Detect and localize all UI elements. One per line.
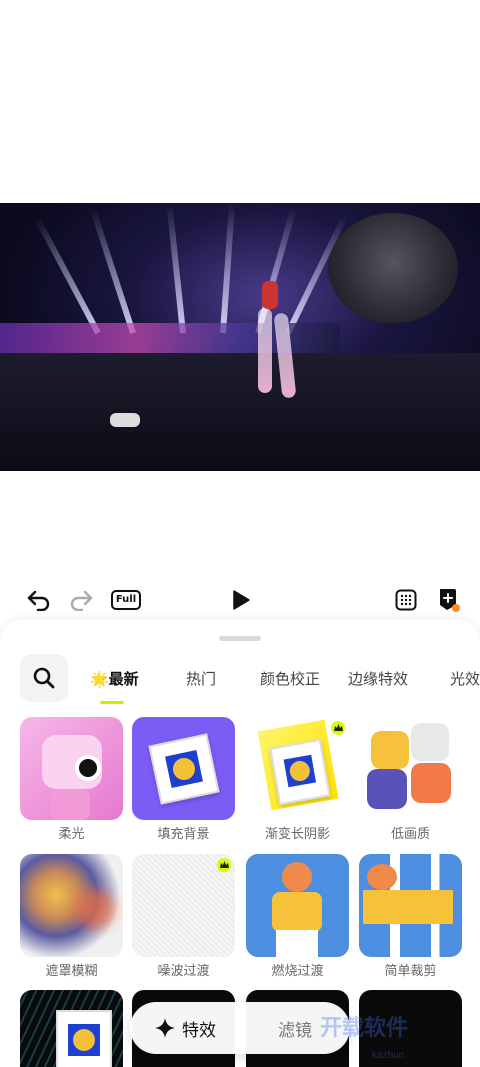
effect-thumbnail <box>20 854 123 957</box>
effect-label: 柔光 <box>58 826 85 841</box>
jet-ski <box>110 413 140 427</box>
effects-mode-label: 特效 <box>182 1020 216 1040</box>
character-head <box>282 862 312 892</box>
effect-thumbnail <box>359 717 462 820</box>
undo-button[interactable] <box>24 583 54 617</box>
effect-card-noise-transition[interactable]: 噪波过渡 <box>132 854 235 979</box>
grid-icon <box>395 589 417 611</box>
cube-orange <box>411 763 451 803</box>
effect-label: 填充背景 <box>157 826 210 841</box>
add-marker-button[interactable] <box>434 583 462 617</box>
robot-body <box>50 789 90 820</box>
tab-edge-effects[interactable]: 边缘特效 <box>348 668 408 689</box>
effects-mode-button[interactable]: 特效 <box>130 1002 240 1054</box>
light-beam <box>89 208 136 334</box>
watermark: 开载软件 <box>320 1015 409 1040</box>
search-button[interactable] <box>20 654 68 702</box>
character-head <box>367 864 397 890</box>
effect-thumbnail <box>132 854 235 957</box>
editor-toolbar: Full <box>0 583 480 619</box>
effect-thumbnail <box>20 717 123 820</box>
effect-label: 低画质 <box>390 826 430 841</box>
light-beam <box>166 203 186 334</box>
character-body <box>272 892 322 932</box>
drag-handle[interactable] <box>219 636 261 641</box>
app-screen: Full 🌟最新 热门 颜色校正 边缘特效 光效 柔光 填充背景 渐变长阴影 低… <box>0 0 480 1067</box>
cube-purple <box>367 769 407 809</box>
grid-button[interactable] <box>393 583 419 617</box>
effect-card-mask-blur[interactable]: 遮罩模糊 <box>20 854 123 979</box>
light-beam <box>220 203 236 334</box>
dome-structure <box>328 213 458 323</box>
effect-card-burn-transition[interactable]: 燃烧过渡 <box>246 854 349 979</box>
effect-card-low-quality[interactable]: 低画质 <box>359 717 462 842</box>
tab-latest[interactable]: 🌟最新 <box>90 668 139 689</box>
effect-thumbnail <box>132 717 235 820</box>
redo-icon <box>70 590 93 611</box>
effect-card-soft-light[interactable]: 柔光 <box>20 717 123 842</box>
character-body <box>363 890 453 924</box>
premium-crown-icon <box>217 858 231 872</box>
active-tab-indicator <box>100 701 124 704</box>
picture-frame <box>269 738 331 806</box>
effect-thumbnail <box>20 990 123 1067</box>
effect-card-partial[interactable] <box>20 990 123 1067</box>
light-beam <box>34 216 101 335</box>
search-icon <box>33 667 55 689</box>
redo-button[interactable] <box>66 583 96 617</box>
picture-frame <box>56 1010 112 1067</box>
mode-switcher: 特效 滤镜 <box>130 1002 350 1054</box>
effect-card-fill-background[interactable]: 填充背景 <box>132 717 235 842</box>
undo-icon <box>27 590 50 611</box>
picture-frame <box>148 733 220 805</box>
full-screen-button[interactable]: Full <box>110 583 142 617</box>
add-bookmark-icon <box>440 589 460 612</box>
effect-label: 遮罩模糊 <box>45 963 98 978</box>
cube-grey <box>411 723 449 761</box>
effect-label: 简单裁剪 <box>384 963 437 978</box>
watermark-sub: kazhun <box>372 1050 405 1061</box>
tab-popular[interactable]: 热门 <box>186 668 216 689</box>
blur-blob <box>75 889 115 929</box>
effect-thumbnail <box>246 854 349 957</box>
premium-crown-icon <box>331 721 345 735</box>
filters-mode-label: 滤镜 <box>278 1020 312 1040</box>
effect-thumbnail <box>359 854 462 957</box>
effect-thumbnail <box>246 717 349 820</box>
effect-label: 渐变长阴影 <box>264 826 330 841</box>
flyboard-rider <box>262 281 278 309</box>
tab-light-effects[interactable]: 光效 <box>450 668 480 689</box>
tab-color-correction[interactable]: 颜色校正 <box>260 668 320 689</box>
character-skirt <box>276 930 318 957</box>
play-button[interactable] <box>229 583 253 617</box>
video-preview[interactable] <box>0 203 480 471</box>
sparkle-icon <box>155 1018 175 1038</box>
water <box>0 353 480 471</box>
effects-panel: 🌟最新 热门 颜色校正 边缘特效 光效 柔光 填充背景 渐变长阴影 低画质 遮罩… <box>0 620 480 1067</box>
category-tabs: 🌟最新 热门 颜色校正 边缘特效 光效 <box>85 654 480 702</box>
effect-label: 燃烧过渡 <box>271 963 324 978</box>
effect-card-simple-crop[interactable]: 简单裁剪 <box>359 854 462 979</box>
play-icon <box>233 590 250 610</box>
cube-yellow <box>371 731 409 769</box>
effect-card-gradient-shadow[interactable]: 渐变长阴影 <box>246 717 349 842</box>
full-label: Full <box>110 590 142 610</box>
water-jet <box>258 308 272 393</box>
robot-eye <box>75 755 101 781</box>
effect-label: 噪波过渡 <box>157 963 210 978</box>
